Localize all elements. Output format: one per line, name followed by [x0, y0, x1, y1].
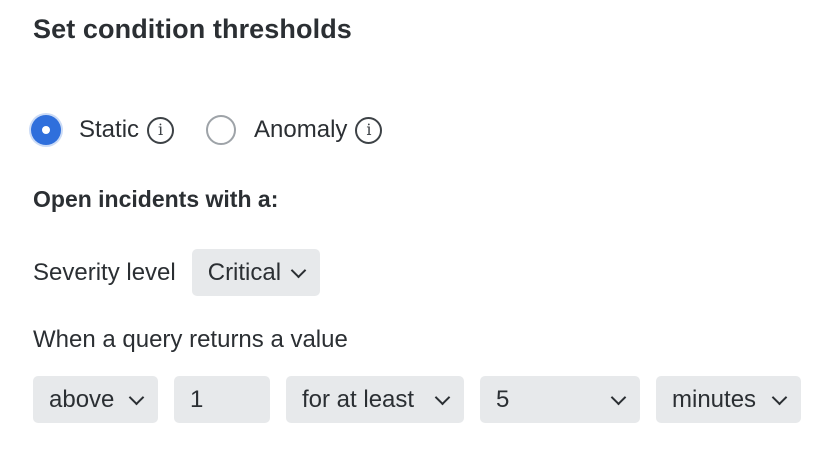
chevron-down-icon [128, 389, 145, 405]
duration-value-select-value: 5 [496, 385, 510, 413]
duration-unit-select[interactable]: minutes [656, 376, 801, 423]
open-incidents-label: Open incidents with a: [33, 186, 279, 212]
anomaly-radio-label[interactable]: Anomaly [254, 115, 347, 145]
page-title: Set condition thresholds [33, 14, 352, 44]
duration-mode-select[interactable]: for at least [286, 376, 464, 423]
duration-value-select[interactable]: 5 [480, 376, 640, 423]
severity-level-label: Severity level [33, 258, 176, 286]
threshold-type-radio-group: Static i Anomaly i [31, 112, 383, 148]
info-icon[interactable]: i [355, 116, 383, 144]
severity-row: Severity level Critical [33, 249, 321, 296]
chevron-down-icon [434, 389, 451, 405]
static-radio-label[interactable]: Static [79, 115, 139, 145]
operator-select[interactable]: above [33, 376, 158, 423]
query-condition-label: When a query returns a value [33, 326, 348, 353]
info-icon[interactable]: i [147, 116, 175, 144]
radio-selected-dot [42, 126, 50, 134]
severity-select-value: Critical [207, 258, 282, 286]
anomaly-radio-option[interactable]: Anomaly i [206, 115, 383, 145]
duration-mode-select-value: for at least [302, 385, 415, 413]
threshold-value-input[interactable] [174, 376, 270, 423]
anomaly-radio[interactable] [206, 115, 237, 145]
chevron-down-icon [610, 389, 627, 405]
static-radio-option[interactable]: Static i [31, 115, 175, 145]
operator-select-value: above [49, 385, 115, 413]
static-radio[interactable] [31, 115, 61, 145]
chevron-down-icon [290, 262, 307, 278]
chevron-down-icon [771, 389, 788, 405]
duration-unit-select-value: minutes [672, 385, 757, 413]
severity-select[interactable]: Critical [191, 249, 321, 296]
threshold-controls-row: above for at least 5 minutes [33, 376, 801, 423]
